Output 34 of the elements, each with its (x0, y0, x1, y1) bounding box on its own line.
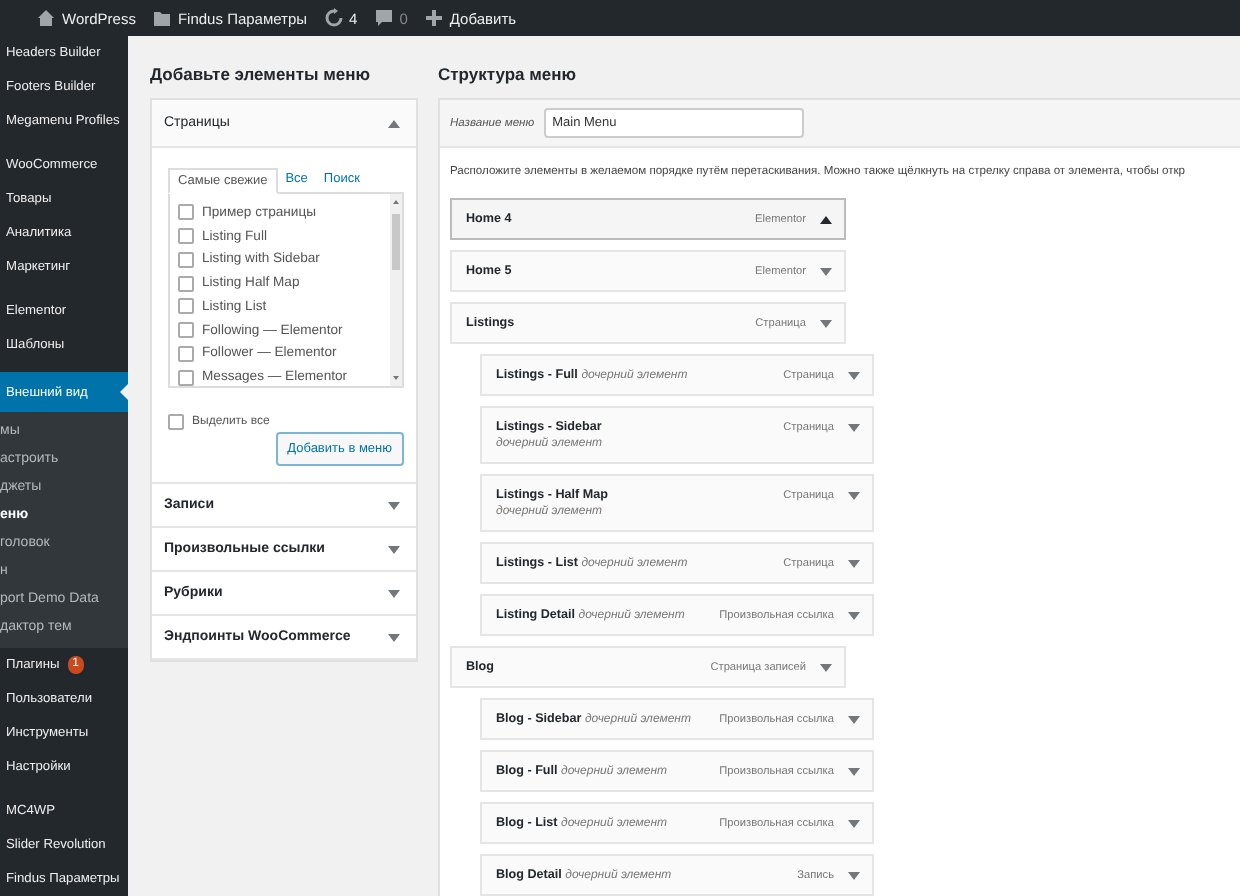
arrow-down-icon (388, 501, 400, 509)
checkbox[interactable] (178, 204, 194, 221)
checkbox[interactable] (178, 369, 194, 386)
arrow-down-icon (388, 589, 400, 597)
arrow-down-icon (388, 545, 400, 553)
checkbox[interactable] (168, 413, 184, 429)
arrow-down-icon (848, 560, 860, 568)
arrow-down-icon (820, 664, 832, 672)
comment-icon (373, 8, 394, 28)
arrow-down-icon (388, 633, 400, 641)
arrow-down-icon (820, 268, 832, 276)
arrow-down-icon (848, 372, 860, 380)
arrow-down-icon (848, 492, 860, 500)
checkbox[interactable] (178, 228, 194, 245)
checkbox[interactable] (178, 251, 194, 268)
section-heading: Добавьте элементы меню (150, 64, 373, 86)
arrow-down-icon (848, 872, 860, 880)
arrow-up-icon (388, 119, 400, 127)
arrow-down-icon (848, 820, 860, 828)
section-heading: Структура меню (438, 64, 579, 86)
arrow-down-icon (820, 320, 832, 328)
plus-icon (423, 8, 444, 28)
arrow-up-icon (820, 216, 832, 224)
checkbox[interactable] (178, 275, 194, 292)
refresh-icon (323, 8, 344, 28)
checkbox[interactable] (178, 298, 194, 315)
folder-icon (151, 8, 172, 28)
arrow-down-icon (848, 716, 860, 724)
arrow-down-icon (848, 768, 860, 776)
checkbox[interactable] (178, 345, 194, 362)
checkbox[interactable] (178, 322, 194, 339)
arrow-down-icon (848, 424, 860, 432)
home-icon (36, 8, 56, 28)
arrow-down-icon (848, 612, 860, 620)
